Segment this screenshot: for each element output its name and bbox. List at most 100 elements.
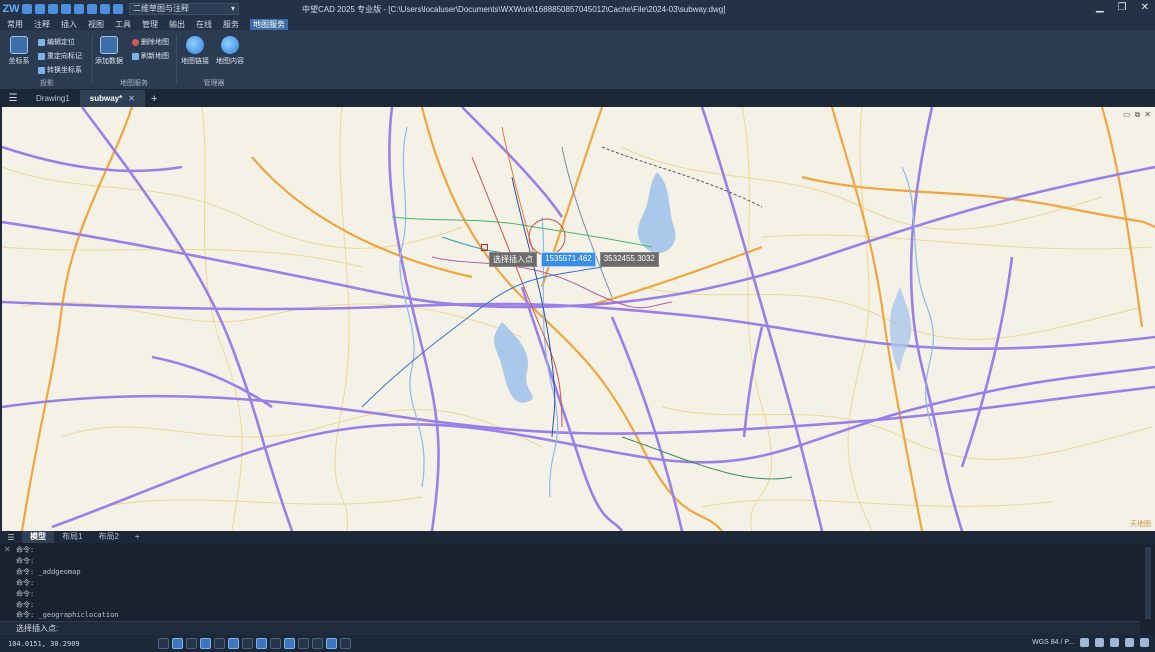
- tab-map-service[interactable]: 地图服务: [250, 18, 288, 30]
- command-history-line: 命令: _geographiclocation: [16, 611, 119, 620]
- hamburger-menu-icon[interactable]: ☰: [0, 93, 26, 104]
- edit-location-button[interactable]: 编辑定位: [38, 37, 75, 47]
- layout-menu-icon[interactable]: ☰: [0, 533, 22, 542]
- tab-layout2[interactable]: 布局2: [90, 531, 126, 543]
- convert-coordinate-label: 转换坐标系: [47, 67, 82, 74]
- reorient-marker-button[interactable]: 重定向标记: [38, 51, 82, 61]
- polar-toggle[interactable]: [200, 638, 211, 649]
- map-link-label: 地图链接: [181, 58, 209, 65]
- command-history-line: 命令: _addgeomap: [16, 567, 81, 576]
- otrack-toggle[interactable]: [228, 638, 239, 649]
- tab-manage[interactable]: 管理: [142, 19, 158, 30]
- group-label-manager: 管理器: [203, 80, 225, 87]
- ribbon-tab-bar: 常用 注释 插入 视图 工具 管理 输出 在线 服务 地图服务: [0, 18, 1155, 30]
- dynamic-input-tooltip[interactable]: 选择插入点 1535571.462 3532455.3032: [489, 252, 659, 267]
- close-tab-icon[interactable]: ✕: [128, 94, 135, 103]
- map-link-button[interactable]: 地图链接: [180, 36, 210, 66]
- lineweight-toggle[interactable]: [270, 638, 281, 649]
- settings-icon[interactable]: [1110, 638, 1119, 647]
- convert-icon: [38, 66, 45, 74]
- edit-location-label: 编辑定位: [47, 39, 75, 46]
- transparency-toggle[interactable]: [284, 638, 295, 649]
- tab-layout1[interactable]: 布局1: [54, 531, 90, 543]
- grid-toggle[interactable]: [158, 638, 169, 649]
- y-coordinate-field[interactable]: 3532455.3032: [599, 252, 659, 267]
- command-close-icon[interactable]: ✕: [4, 545, 11, 554]
- delete-map-button[interactable]: 删除地图: [132, 37, 169, 47]
- osnap-toggle[interactable]: [214, 638, 225, 649]
- dynamic-prompt-label: 选择插入点: [489, 252, 537, 267]
- add-data-button[interactable]: 添加数据: [94, 36, 124, 66]
- viewport-close-icon[interactable]: ✕: [1144, 110, 1151, 120]
- status-bar: 104.0151, 30.2909 WGS 84 / P...: [0, 635, 1155, 652]
- ortho-toggle[interactable]: [186, 638, 197, 649]
- annotation-scale-icon[interactable]: [1095, 638, 1104, 647]
- minimize-button[interactable]: ▁: [1096, 2, 1104, 13]
- redo-icon[interactable]: [113, 4, 123, 14]
- open-icon[interactable]: [35, 4, 45, 14]
- chevron-down-icon: ▾: [230, 4, 235, 13]
- tab-home[interactable]: 常用: [7, 19, 23, 30]
- command-scrollbar[interactable]: [1145, 547, 1151, 619]
- selection-cycling-toggle[interactable]: [312, 638, 323, 649]
- ribbon-divider: [92, 34, 93, 84]
- new-icon[interactable]: [22, 4, 32, 14]
- undo-icon[interactable]: [100, 4, 110, 14]
- ribbon-divider: [176, 34, 177, 84]
- plot-icon[interactable]: [87, 4, 97, 14]
- qp-toggle[interactable]: [298, 638, 309, 649]
- model-toggle[interactable]: [326, 638, 337, 649]
- edit-location-icon: [38, 38, 45, 46]
- tab-drawing1[interactable]: Drawing1: [26, 90, 80, 107]
- tab-insert[interactable]: 插入: [61, 19, 77, 30]
- add-layout-button[interactable]: +: [127, 531, 148, 543]
- coordinate-system-status[interactable]: WGS 84 / P...: [1032, 639, 1074, 646]
- command-input[interactable]: 选择插入点:: [0, 621, 1140, 635]
- maximize-button[interactable]: ❐: [1118, 2, 1127, 13]
- save-icon[interactable]: [48, 4, 58, 14]
- customize-icon[interactable]: [1140, 638, 1149, 647]
- expressways: [2, 107, 1155, 531]
- group-label-projection: 投影: [40, 80, 54, 87]
- command-history-line: 命令:: [16, 589, 35, 598]
- ribbon-group-projection: 坐标系 编辑定位 重定向标记 转换坐标系 投影: [2, 32, 92, 90]
- map-content-button[interactable]: 地图内容: [215, 36, 245, 66]
- viewport-minimize-icon[interactable]: ▭: [1123, 110, 1131, 120]
- command-history: 命令: 命令: 命令: _addgeomap 命令: 命令: 命令: 命令: _…: [16, 545, 119, 621]
- x-coordinate-field[interactable]: 1535571.462: [541, 252, 596, 267]
- close-button[interactable]: ✕: [1141, 2, 1149, 13]
- fullscreen-icon[interactable]: [1125, 638, 1134, 647]
- coordinate-grid-icon: [10, 36, 28, 54]
- coordinate-system-label: 坐标系: [8, 58, 30, 65]
- tab-online[interactable]: 在线: [196, 19, 212, 30]
- tab-model[interactable]: 模型: [22, 531, 54, 543]
- ducs-toggle[interactable]: [242, 638, 253, 649]
- workspace-select[interactable]: 二维草图与注释 ▾: [129, 3, 239, 15]
- snap-toggle[interactable]: [172, 638, 183, 649]
- tab-output[interactable]: 输出: [169, 19, 185, 30]
- refresh-map-button[interactable]: 刷新地图: [132, 51, 169, 61]
- viewport-restore-icon[interactable]: ⧉: [1135, 110, 1141, 120]
- title-bar: ZW 二维草图与注释 ▾ 中望CAD 2025 专业版 - [C:\Users\…: [0, 0, 1155, 18]
- dyn-toggle[interactable]: [256, 638, 267, 649]
- new-tab-button[interactable]: +: [145, 93, 163, 105]
- annotation-toggle[interactable]: [340, 638, 351, 649]
- convert-coordinate-button[interactable]: 转换坐标系: [38, 65, 82, 75]
- map-canvas: [2, 107, 1155, 531]
- tab-tools[interactable]: 工具: [115, 19, 131, 30]
- workspace-label: 二维草图与注释: [133, 4, 189, 13]
- tab-service[interactable]: 服务: [223, 19, 239, 30]
- status-right: WGS 84 / P...: [1032, 638, 1149, 647]
- coordinate-system-button[interactable]: 坐标系: [4, 36, 34, 66]
- app-logo-icon[interactable]: ZW: [0, 0, 22, 18]
- tab-subway-label: subway*: [89, 94, 123, 103]
- tab-subway[interactable]: subway* ✕: [79, 90, 145, 107]
- tab-annotate[interactable]: 注释: [34, 19, 50, 30]
- map-viewport[interactable]: 选择插入点 1535571.462 3532455.3032 ▭ ⧉ ✕ 天地图: [2, 107, 1155, 531]
- save-as-icon[interactable]: [61, 4, 71, 14]
- tab-view[interactable]: 视图: [88, 19, 104, 30]
- workspace-icon[interactable]: [1080, 638, 1089, 647]
- minor-roads: [2, 107, 1153, 531]
- print-icon[interactable]: [74, 4, 84, 14]
- reorient-marker-label: 重定向标记: [47, 53, 82, 60]
